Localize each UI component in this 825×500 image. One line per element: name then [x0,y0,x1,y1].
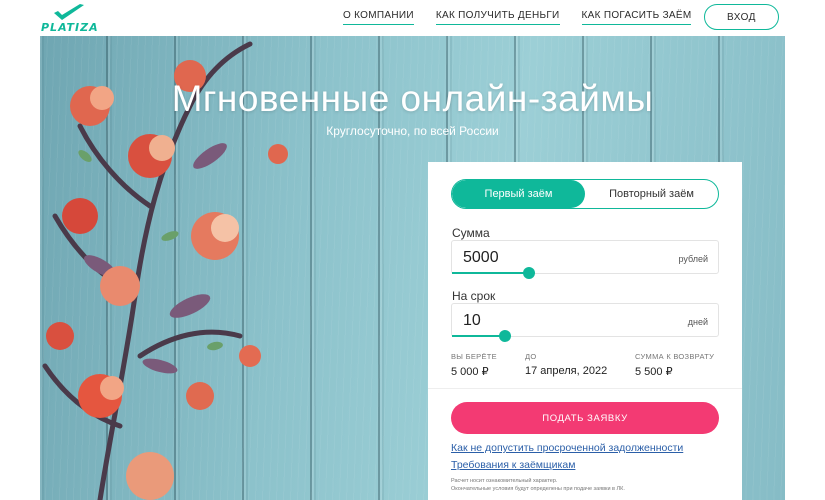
term-field[interactable]: 10 дней [451,303,719,342]
term-slider-handle[interactable] [499,330,512,342]
summary-borrow-value: 5 000 ₽ [451,366,489,378]
amount-slider-track[interactable] [452,272,530,274]
hero-subtitle: Круглосуточно, по всей России [326,124,499,138]
amount-label: Сумма [452,226,490,240]
site-header: PLATIZA О КОМПАНИИ КАК ПОЛУЧИТЬ ДЕНЬГИ К… [0,0,825,36]
platiza-logo[interactable]: PLATIZA [40,3,100,34]
term-unit: дней [687,317,708,327]
link-borrower-requirements[interactable]: Требования к заёмщикам [451,459,575,471]
main-nav: О КОМПАНИИ КАК ПОЛУЧИТЬ ДЕНЬГИ КАК ПОГАС… [343,10,713,25]
disclaimer-line-1: Расчет носит ознакомительный характер. [451,478,558,484]
tab-first-loan[interactable]: Первый заём [452,180,585,208]
link-avoid-overdue[interactable]: Как не допустить просроченной задолженно… [451,442,683,454]
summary-repay-heading: СУММА К ВОЗВРАТУ [635,352,715,361]
tab-repeat-loan[interactable]: Повторный заём [585,180,718,208]
summary-repay-value: 5 500 ₽ [635,366,673,378]
summary-borrow: ВЫ БЕРЁТЕ 5 000 ₽ [451,352,497,378]
summary-due-date-heading: ДО [525,352,537,361]
summary-borrow-heading: ВЫ БЕРЁТЕ [451,352,497,361]
loan-type-tabs: Первый заём Повторный заём [451,179,719,209]
summary-divider [428,388,742,389]
nav-link-about[interactable]: О КОМПАНИИ [343,10,414,25]
summary-repay-amount: СУММА К ВОЗВРАТУ 5 500 ₽ [635,352,714,378]
nav-link-how-to-repay[interactable]: КАК ПОГАСИТЬ ЗАЁМ [581,10,692,25]
disclaimer-line-2: Окончательные условия будут определены п… [451,486,625,492]
nav-link-how-to-get-money[interactable]: КАК ПОЛУЧИТЬ ДЕНЬГИ [435,10,560,25]
amount-field[interactable]: 5000 рублей [451,240,719,279]
loan-summary: ВЫ БЕРЁТЕ 5 000 ₽ ДО 17 апреля, 2022 СУМ… [451,352,719,388]
term-value: 10 [463,312,481,329]
submit-application-button[interactable]: ПОДАТЬ ЗАЯВКУ [451,402,719,434]
logo-check-icon [54,4,84,20]
amount-unit: рублей [678,254,708,264]
loan-calculator-card: Первый заём Повторный заём Сумма 5000 ру… [428,162,742,500]
hero-title: Мгновенные онлайн-займы [171,78,654,119]
amount-value: 5000 [463,249,499,266]
summary-due-date-value: 17 апреля, 2022 [525,365,608,377]
login-button[interactable]: ВХОД [704,4,779,30]
term-slider-track[interactable] [452,335,506,337]
logo-text: PLATIZA [41,21,99,34]
amount-slider-handle[interactable] [523,267,536,279]
summary-due-date: ДО 17 апреля, 2022 [525,352,607,377]
term-label: На срок [452,289,496,303]
